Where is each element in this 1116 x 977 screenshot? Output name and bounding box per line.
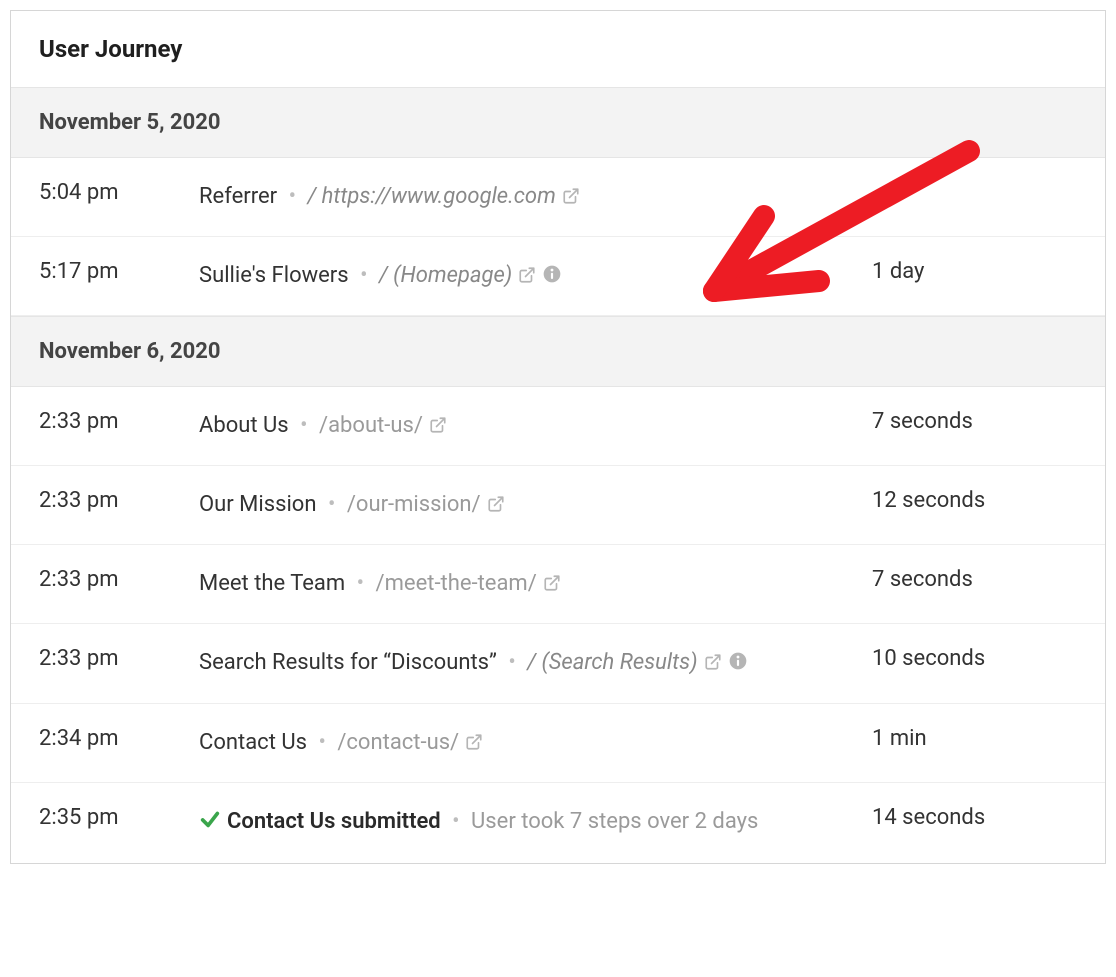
entry-title: Our Mission [199,492,317,517]
entry-time: 2:33 pm [39,488,199,513]
journey-row: 2:34 pmContact Us • /contact-us/1 min [11,704,1105,783]
entry-duration: 1 day [872,259,1077,284]
dot-separator: • [351,571,369,596]
dot-separator: • [355,263,373,288]
entry-path: /our-mission/ [347,492,481,517]
entry-path: /meet-the-team/ [376,571,537,596]
journey-row: 2:33 pmAbout Us • /about-us/7 seconds [11,387,1105,466]
info-icon[interactable] [728,651,748,671]
external-link-icon[interactable] [518,266,536,284]
entry-title: Referrer [199,184,277,209]
entry-time: 2:33 pm [39,567,199,592]
external-link-icon[interactable] [562,187,580,205]
entry-path: / (Search Results) [527,650,697,675]
entry-title: Sullie's Flowers [199,263,349,288]
dot-separator: • [283,184,301,209]
journey-row: 5:04 pmReferrer • / https://www.google.c… [11,158,1105,237]
entry-time: 2:33 pm [39,409,199,434]
journey-row: 2:33 pmMeet the Team • /meet-the-team/7 … [11,545,1105,624]
entry-time: 5:04 pm [39,180,199,205]
dot-separator: • [447,809,465,834]
entry-duration: 14 seconds [872,805,1077,830]
entry-title: Contact Us submitted [227,809,441,834]
date-header: November 5, 2020 [11,87,1105,158]
entry-main: Sullie's Flowers • / (Homepage) [199,259,872,293]
entry-time: 2:34 pm [39,726,199,751]
entry-duration: 10 seconds [872,646,1077,671]
entry-time: 2:35 pm [39,805,199,830]
entry-title: Search Results for “Discounts” [199,650,497,675]
info-icon[interactable] [542,264,562,284]
check-icon [199,807,221,841]
entry-path: /contact-us/ [337,730,459,755]
entry-path: / https://www.google.com [307,184,555,209]
entry-time: 2:33 pm [39,646,199,671]
entry-main: Referrer • / https://www.google.com [199,180,872,214]
journey-row: 2:33 pmOur Mission • /our-mission/12 sec… [11,466,1105,545]
entry-title: Contact Us [199,730,307,755]
date-header: November 6, 2020 [11,316,1105,387]
dot-separator: • [323,492,341,517]
entry-main: Contact Us • /contact-us/ [199,726,872,760]
entry-main: About Us • /about-us/ [199,409,872,443]
user-journey-panel: User Journey November 5, 20205:04 pmRefe… [10,10,1106,864]
external-link-icon[interactable] [487,495,505,513]
entry-time: 5:17 pm [39,259,199,284]
dot-separator: • [295,413,313,438]
journey-row: 2:33 pmSearch Results for “Discounts” • … [11,624,1105,703]
entry-path: /about-us/ [319,413,423,438]
journey-row: 2:35 pmContact Us submitted • User took … [11,783,1105,863]
entry-duration: 1 min [872,726,1077,751]
entry-meta: User took 7 steps over 2 days [471,809,758,834]
journey-row: 5:17 pmSullie's Flowers • / (Homepage)1 … [11,237,1105,316]
dot-separator: • [503,650,521,675]
entry-title: About Us [199,413,289,438]
entry-duration: 7 seconds [872,567,1077,592]
external-link-icon[interactable] [704,653,722,671]
entry-duration: 7 seconds [872,409,1077,434]
entry-duration: 12 seconds [872,488,1077,513]
panel-title: User Journey [11,11,1105,87]
dot-separator: • [313,730,331,755]
entry-title: Meet the Team [199,571,345,596]
external-link-icon[interactable] [429,416,447,434]
entry-main: Search Results for “Discounts” • / (Sear… [199,646,872,680]
entry-path: / (Homepage) [379,263,512,288]
entry-main: Contact Us submitted • User took 7 steps… [199,805,872,841]
external-link-icon[interactable] [465,733,483,751]
entry-main: Meet the Team • /meet-the-team/ [199,567,872,601]
entry-main: Our Mission • /our-mission/ [199,488,872,522]
external-link-icon[interactable] [543,574,561,592]
